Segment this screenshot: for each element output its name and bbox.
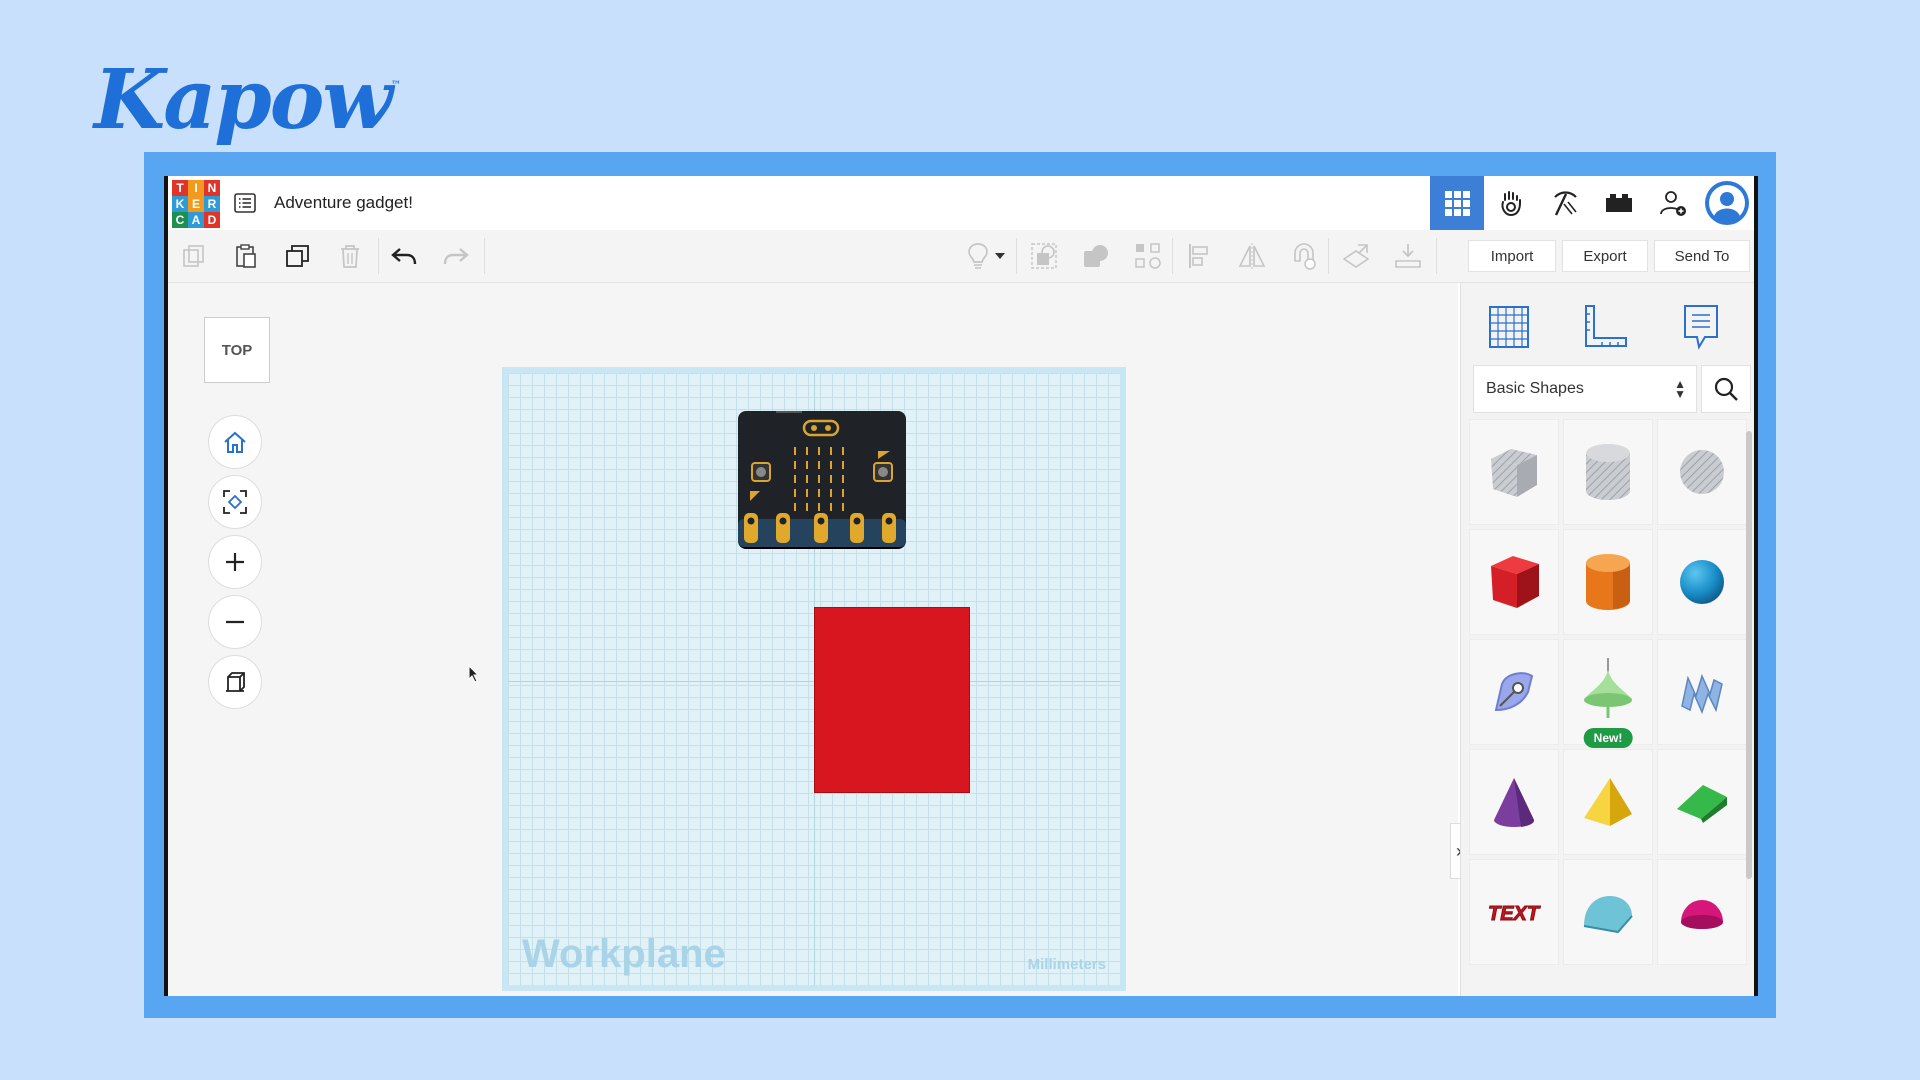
add-user-icon[interactable]	[1646, 176, 1700, 230]
perspective-icon[interactable]	[208, 655, 262, 709]
roof-shape[interactable]	[1657, 749, 1747, 855]
tinker-hand-icon[interactable]	[1484, 176, 1538, 230]
pickaxe-icon[interactable]	[1538, 176, 1592, 230]
svg-text:TEXT: TEXT	[1488, 903, 1541, 925]
scribble-shape[interactable]	[1469, 639, 1559, 745]
box-shape[interactable]	[1469, 529, 1559, 635]
cone-shape[interactable]	[1469, 749, 1559, 855]
shape-category-select[interactable]: Basic Shapes ▲ ▼	[1473, 365, 1697, 413]
mouse-cursor-icon	[468, 665, 480, 683]
user-avatar-icon[interactable]	[1700, 176, 1754, 230]
pyramid-shape[interactable]	[1563, 749, 1653, 855]
cylinder-hole-shape[interactable]	[1563, 419, 1653, 525]
redo-icon[interactable]	[440, 240, 472, 272]
magnet-icon[interactable]	[1288, 240, 1320, 272]
logo-letter: K	[172, 196, 188, 212]
sphere-shape[interactable]	[1657, 529, 1747, 635]
notes-icon[interactable]	[1677, 301, 1725, 353]
tinkercad-app: TINKERCAD Adventure gadget! Import Expor…	[164, 176, 1758, 996]
shape-grid: New! TEXT	[1469, 419, 1754, 965]
search-icon[interactable]	[1701, 365, 1751, 413]
logo-letter: E	[188, 196, 204, 212]
workplane-tool-icon[interactable]	[1340, 240, 1372, 272]
workplane-icon[interactable]	[1485, 301, 1533, 353]
half-sphere-shape[interactable]	[1657, 859, 1747, 965]
zoom-in-icon[interactable]	[208, 535, 262, 589]
panel-scrollbar[interactable]	[1746, 431, 1752, 879]
workplane[interactable]: Workplane Millimeters	[502, 367, 1126, 991]
solid-hole-icon[interactable]	[1080, 240, 1112, 272]
units-label[interactable]: Millimeters	[1028, 956, 1106, 973]
duplicate-icon[interactable]	[282, 240, 314, 272]
home-icon[interactable]	[208, 415, 262, 469]
brick-icon[interactable]	[1592, 176, 1646, 230]
text-shape[interactable]: TEXT	[1469, 859, 1559, 965]
mirror-icon[interactable]	[1236, 240, 1268, 272]
logo-letter: A	[188, 212, 204, 228]
grid-view-icon[interactable]	[1430, 176, 1484, 230]
fit-view-icon[interactable]	[208, 475, 262, 529]
tinkercad-logo[interactable]: TINKERCAD	[172, 180, 220, 228]
top-bar: TINKERCAD Adventure gadget!	[168, 176, 1754, 231]
ruler-icon[interactable]	[1581, 301, 1629, 353]
group-icon[interactable]	[1028, 240, 1060, 272]
zoom-out-icon[interactable]	[208, 595, 262, 649]
paste-icon[interactable]	[230, 240, 262, 272]
shapes-panel: Basic Shapes ▲ ▼ New! TEXT	[1460, 283, 1754, 996]
bulb-dropdown-icon[interactable]	[990, 240, 1010, 272]
new-badge: New!	[1583, 728, 1633, 748]
sphere-hole-shape[interactable]	[1657, 419, 1747, 525]
updown-caret-icon: ▲ ▼	[1674, 377, 1686, 401]
cylinder-shape[interactable]	[1563, 529, 1653, 635]
logo-letter: I	[188, 180, 204, 196]
export-button[interactable]: Export	[1562, 240, 1648, 272]
half-cylinder-shape[interactable]	[1563, 859, 1653, 965]
undo-icon[interactable]	[388, 240, 420, 272]
shape-generator-shape[interactable]: New!	[1563, 639, 1653, 748]
align-icon[interactable]	[1184, 240, 1216, 272]
red-box-shape[interactable]	[814, 607, 970, 793]
ruler-drop-icon[interactable]	[1392, 240, 1424, 272]
design-list-icon[interactable]	[234, 192, 256, 214]
send-to-button[interactable]: Send To	[1654, 240, 1750, 272]
logo-letter: R	[204, 196, 220, 212]
copy-icon[interactable]	[178, 240, 210, 272]
view-cube[interactable]: TOP	[204, 317, 270, 383]
3d-viewport[interactable]: TOP Workplane Millimeters	[168, 283, 1458, 996]
distribute-icon[interactable]	[1132, 240, 1164, 272]
logo-letter: C	[172, 212, 188, 228]
logo-letter: T	[172, 180, 188, 196]
top-view-switcher	[1430, 176, 1754, 230]
microbit-board[interactable]	[738, 407, 906, 547]
delete-icon[interactable]	[334, 240, 366, 272]
edit-toolbar: Import Export Send To	[168, 230, 1754, 283]
logo-letter: N	[204, 180, 220, 196]
design-title[interactable]: Adventure gadget!	[274, 193, 413, 213]
kapow-logo: Kapow™	[94, 52, 401, 148]
text-shape-blue[interactable]	[1657, 639, 1747, 745]
workplane-label: Workplane	[522, 932, 726, 976]
import-button[interactable]: Import	[1468, 240, 1556, 272]
logo-letter: D	[204, 212, 220, 228]
box-hole-shape[interactable]	[1469, 419, 1559, 525]
